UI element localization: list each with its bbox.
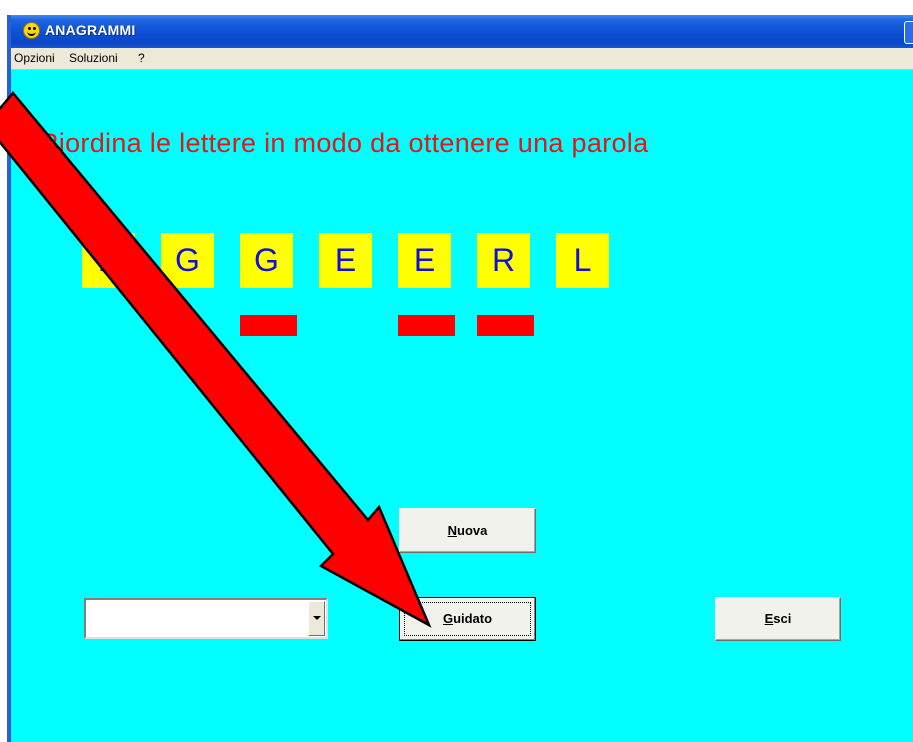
letter-tile[interactable]: L (556, 233, 609, 288)
window-border (7, 15, 11, 742)
window-title: ANAGRAMMI (45, 22, 136, 38)
esci-label: sci (773, 611, 792, 626)
menu-help[interactable]: ? (138, 51, 145, 65)
letter-tile[interactable]: E (398, 233, 451, 288)
anagrammi-window: ANAGRAMMI Opzioni Soluzioni ? Riordina l… (7, 15, 913, 742)
guidato-button[interactable]: Guidato (399, 597, 536, 641)
menu-bar: Opzioni Soluzioni ? (11, 48, 913, 70)
answer-slot (240, 315, 297, 336)
window-control-button[interactable] (904, 21, 913, 44)
answer-slot (398, 315, 455, 336)
word-combo-box[interactable] (84, 598, 328, 639)
nuova-accel-key: N (447, 523, 458, 538)
focus-rectangle (404, 602, 531, 636)
nuova-label: uova (457, 523, 488, 538)
letter-tile[interactable]: G (240, 233, 293, 288)
chevron-down-icon[interactable] (308, 601, 325, 636)
esci-accel-key: E (764, 611, 774, 626)
menu-soluzioni[interactable]: Soluzioni (69, 51, 118, 65)
letter-tile[interactable]: E (82, 233, 135, 288)
menu-opzioni[interactable]: Opzioni (14, 51, 55, 65)
letter-tile[interactable]: R (477, 233, 530, 288)
letter-tile[interactable]: G (161, 233, 214, 288)
letter-tile[interactable]: E (319, 233, 372, 288)
title-bar[interactable]: ANAGRAMMI (7, 15, 913, 48)
smiley-icon (23, 22, 40, 39)
instruction-text: Riordina le lettere in modo da ottenere … (39, 128, 649, 158)
answer-slot (477, 315, 534, 336)
nuova-button[interactable]: Nuova (399, 508, 536, 553)
esci-button[interactable]: Esci (715, 597, 841, 641)
